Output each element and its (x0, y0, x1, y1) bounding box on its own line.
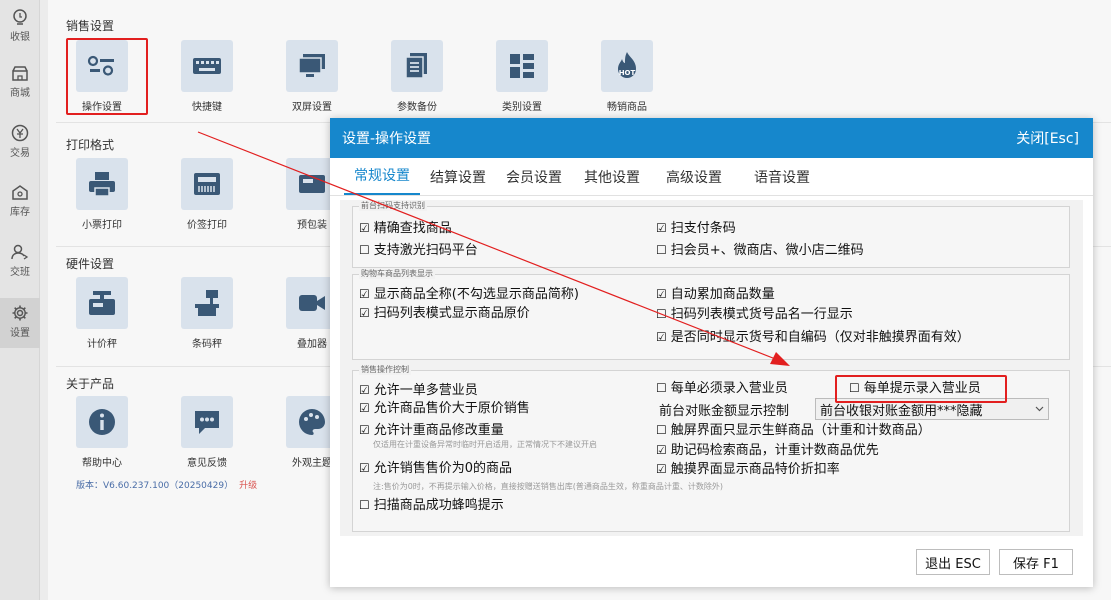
annotation-arrow (197, 131, 790, 366)
